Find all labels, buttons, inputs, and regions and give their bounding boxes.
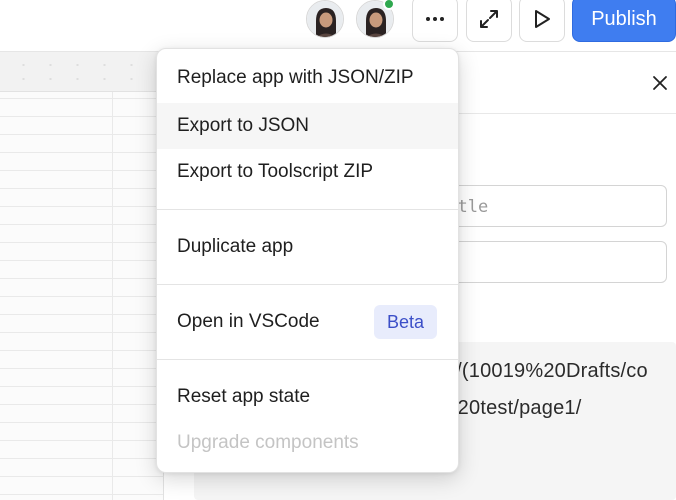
menu-divider xyxy=(157,359,458,360)
collaborator-avatar-1[interactable] xyxy=(306,0,344,38)
menu-item-label: Export to Toolscript ZIP xyxy=(177,161,374,182)
menu-item-open-in-vscode[interactable]: Open in VSCode Beta xyxy=(157,299,458,345)
more-horizontal-icon xyxy=(426,17,444,21)
avatar-portrait-icon xyxy=(307,1,343,37)
menu-divider xyxy=(157,209,458,210)
more-options-button[interactable] xyxy=(412,0,458,42)
menu-item-label: Replace app with JSON/ZIP xyxy=(177,67,414,88)
close-panel-button[interactable] xyxy=(649,72,671,94)
menu-item-export-toolscript-zip[interactable]: Export to Toolscript ZIP xyxy=(157,149,458,195)
canvas-ruler xyxy=(0,52,163,92)
play-icon xyxy=(535,10,550,28)
online-status-dot xyxy=(383,0,395,10)
more-options-menu: Replace app with JSON/ZIP Export to JSON… xyxy=(156,48,459,473)
menu-item-replace-app[interactable]: Replace app with JSON/ZIP xyxy=(157,55,458,101)
menu-item-label: Duplicate app xyxy=(177,236,294,257)
menu-item-export-json[interactable]: Export to JSON xyxy=(157,103,458,149)
fullscreen-button[interactable] xyxy=(466,0,512,42)
menu-item-label: Reset app state xyxy=(177,386,311,407)
menu-item-reset-app-state[interactable]: Reset app state xyxy=(157,374,458,420)
menu-divider xyxy=(157,284,458,285)
editor-canvas[interactable] xyxy=(0,92,163,500)
menu-item-label: Open in VSCode xyxy=(177,311,320,332)
menu-item-duplicate-app[interactable]: Duplicate app xyxy=(157,224,458,270)
menu-item-upgrade-components: Upgrade components xyxy=(157,420,458,466)
expand-icon xyxy=(480,10,498,28)
menu-item-label: Upgrade components xyxy=(177,432,359,453)
beta-badge: Beta xyxy=(374,305,438,339)
preview-button[interactable] xyxy=(519,0,565,42)
top-bar: Publish xyxy=(0,0,676,52)
menu-item-label: Export to JSON xyxy=(177,115,309,136)
close-icon xyxy=(653,76,667,90)
publish-button[interactable]: Publish xyxy=(572,0,676,42)
